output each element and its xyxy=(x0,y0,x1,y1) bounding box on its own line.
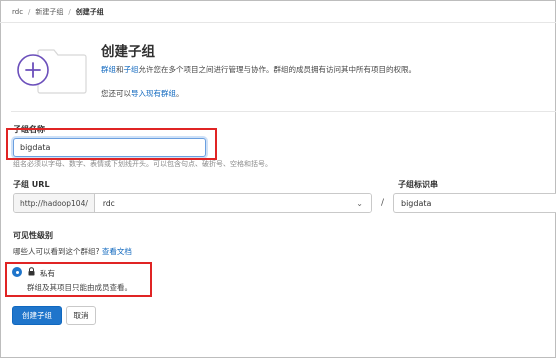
description-and: 和 xyxy=(116,65,124,74)
breadcrumb-separator: / xyxy=(68,8,71,16)
parent-group-value: rdc xyxy=(102,198,115,208)
lock-icon xyxy=(28,267,35,276)
private-visibility-radio[interactable] xyxy=(12,267,22,277)
header-divider xyxy=(0,22,556,23)
import-prefix: 您还可以 xyxy=(101,89,131,98)
private-visibility-label[interactable]: 私有 xyxy=(40,268,55,279)
subgroups-link[interactable]: 子组 xyxy=(124,65,139,74)
subgroup-url-group: http://hadoop104/ rdc ⌄ xyxy=(13,193,372,213)
subgroup-slug-input[interactable] xyxy=(393,193,556,213)
cancel-button[interactable]: 取消 xyxy=(66,306,96,325)
subgroup-slug-label: 子组标识串 xyxy=(398,180,438,189)
parent-group-select[interactable]: rdc ⌄ xyxy=(94,194,371,212)
url-prefix: http://hadoop104/ xyxy=(14,194,95,212)
description-text: 允许您在多个项目之间进行管理与协作。群组的成员拥有访问其中所有项目的权限。 xyxy=(138,65,417,74)
groups-link[interactable]: 群组 xyxy=(101,65,116,74)
import-suffix: 。 xyxy=(176,89,184,98)
breadcrumb-item-current: 创建子组 xyxy=(75,8,104,16)
visibility-question: 哪些人可以看到这个群组? 查看文档 xyxy=(13,246,132,257)
private-visibility-description: 群组及其项目只能由成员查看。 xyxy=(27,283,132,292)
import-line: 您还可以导入现有群组。 xyxy=(101,88,184,99)
chevron-down-icon: ⌄ xyxy=(356,198,363,208)
subgroup-url-label: 子组 URL xyxy=(13,180,50,189)
page-title: 创建子组 xyxy=(101,44,155,60)
page-description: 群组和子组允许您在多个项目之间进行管理与协作。群组的成员拥有访问其中所有项目的权… xyxy=(101,64,416,75)
breadcrumb-separator: / xyxy=(28,8,31,16)
create-subgroup-button[interactable]: 创建子组 xyxy=(12,306,62,325)
folder-plus-illustration xyxy=(17,49,87,94)
subgroup-name-label: 子组名称 xyxy=(13,125,45,134)
breadcrumb: rdc / 新建子组 / 创建子组 xyxy=(12,6,104,18)
view-docs-link[interactable]: 查看文档 xyxy=(102,247,132,256)
breadcrumb-item-rdc[interactable]: rdc xyxy=(12,8,23,16)
url-separator: / xyxy=(381,198,385,208)
section-divider xyxy=(11,111,556,112)
import-group-link[interactable]: 导入现有群组 xyxy=(131,89,176,98)
subgroup-name-hint: 组名必须以字母、数字、表情或下划线开头。可以包含句点、破折号、空格和括号。 xyxy=(13,160,272,168)
subgroup-name-input[interactable] xyxy=(13,138,206,157)
visibility-level-label: 可见性级别 xyxy=(13,231,53,240)
breadcrumb-item-new-subgroup[interactable]: 新建子组 xyxy=(35,7,63,17)
visibility-question-text: 哪些人可以看到这个群组? xyxy=(13,247,100,256)
